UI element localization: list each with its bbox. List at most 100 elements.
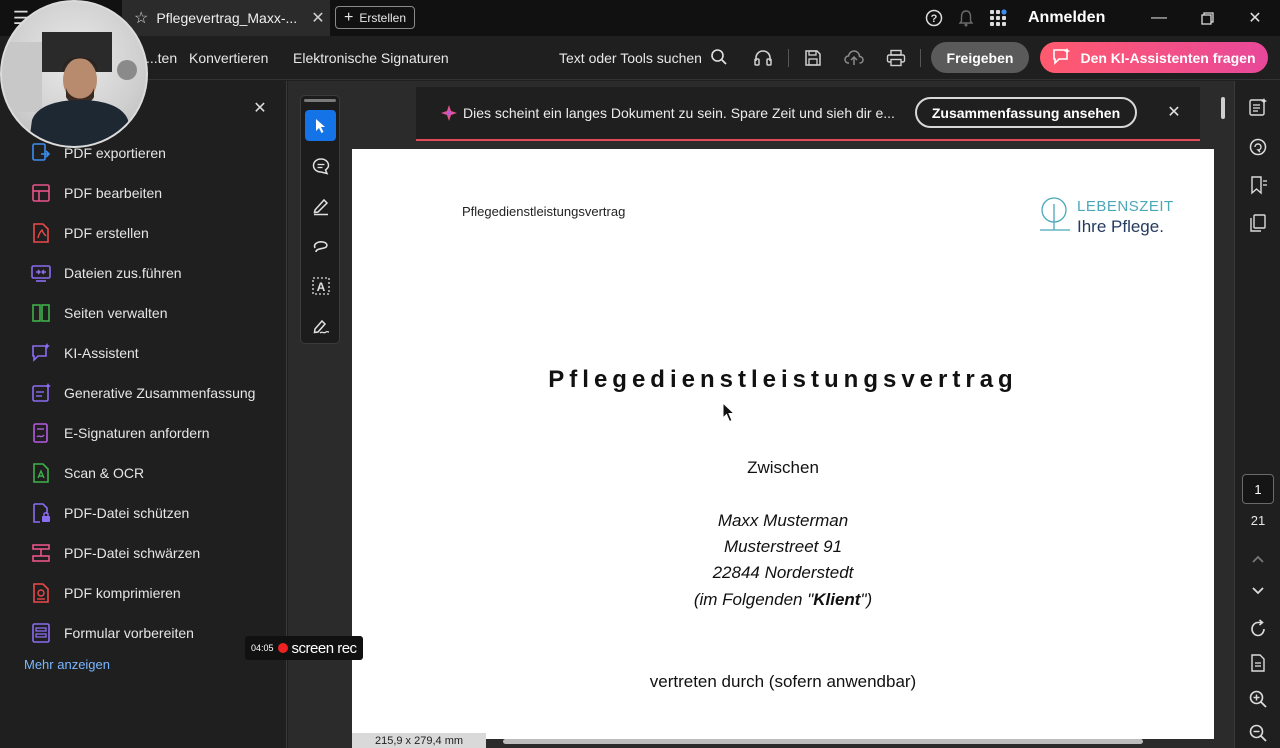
menu-item-esign[interactable]: Elektronische Signaturen (293, 36, 449, 80)
webcam-overlay (0, 0, 148, 148)
star-icon[interactable]: ☆ (134, 8, 148, 28)
redact-pdf-icon (30, 542, 52, 564)
vertical-scrollbar[interactable] (1221, 97, 1225, 119)
save-icon[interactable] (798, 36, 828, 80)
ai-assistant-button[interactable]: Den KI-Assistenten fragen (1040, 42, 1268, 73)
client-role-bold: Klient (813, 590, 861, 609)
long-document-banner: Dies scheint ein langes Dokument zu sein… (416, 87, 1200, 141)
tool-item-label: Seiten verwalten (64, 305, 168, 321)
client-role-prefix: (im Folgenden " (693, 590, 814, 609)
ai-assistant-button-label: Den KI-Assistenten fragen (1080, 49, 1256, 66)
page-thumbnails-icon[interactable] (1246, 211, 1270, 235)
edit-pdf-icon (30, 182, 52, 204)
tool-item[interactable]: PDF erstellen (30, 218, 149, 248)
represented-by: vertreten durch (sofern anwendbar) (649, 672, 917, 691)
document-title: Pflegedienstleistungsvertrag (548, 366, 1018, 393)
plus-icon: + (344, 8, 354, 26)
sign-tool-icon[interactable] (305, 310, 336, 341)
horizontal-scrollbar[interactable] (503, 739, 1143, 744)
combine-files-icon (30, 262, 52, 284)
logo-line-2: Ihre Pflege. (1077, 217, 1164, 236)
mouse-cursor-icon (722, 402, 736, 423)
compress-pdf-icon (30, 582, 52, 604)
minimize-icon[interactable]: — (1146, 0, 1172, 36)
export-pdf-icon (30, 142, 52, 164)
print-icon[interactable] (881, 36, 911, 80)
signin-button[interactable]: Anmelden (1028, 0, 1105, 36)
chevron-up-icon[interactable] (1246, 547, 1270, 571)
tool-item[interactable]: Seiten verwalten (30, 298, 168, 328)
right-rail: 1 21 (1234, 81, 1280, 748)
ai-assistant-icon (30, 342, 52, 364)
zoom-in-icon[interactable] (1246, 687, 1270, 711)
tool-item[interactable]: E-Signaturen anfordern (30, 418, 210, 448)
tool-search[interactable]: Text oder Tools suchen (559, 36, 728, 80)
zoom-out-icon[interactable] (1246, 721, 1270, 745)
close-window-icon[interactable]: ✕ (1242, 0, 1268, 36)
tool-item[interactable]: Generative Zusammenfassung (30, 378, 255, 408)
screenrec-badge: 04:05 screen rec (245, 636, 363, 660)
recording-time: 04:05 (251, 643, 274, 653)
help-icon[interactable]: ? (922, 0, 946, 36)
client-street: Musterstreet 91 (723, 537, 843, 556)
tool-item-label: E-Signaturen anfordern (64, 425, 210, 441)
tool-item[interactable]: Scan & OCR (30, 458, 144, 488)
drag-handle[interactable] (304, 99, 336, 102)
tool-item-label: Generative Zusammenfassung (64, 385, 256, 401)
tool-item-label: PDF komprimieren (64, 585, 181, 601)
show-more-link[interactable]: Mehr anzeigen (24, 657, 110, 672)
rotate-icon[interactable] (1246, 617, 1270, 641)
tool-item-label: PDF bearbeiten (64, 185, 163, 201)
tab-title: Pflegevertrag_Maxx-... (156, 10, 298, 26)
client-role: (im Folgenden "Klient") (352, 590, 1214, 610)
screenrec-brand: screen rec (291, 639, 358, 657)
create-button[interactable]: + Erstellen (335, 6, 416, 29)
current-page-input[interactable]: 1 (1242, 474, 1274, 504)
tool-item[interactable]: PDF bearbeiten (30, 178, 162, 208)
bell-icon[interactable] (954, 0, 978, 36)
close-banner-icon[interactable]: ✕ (1164, 101, 1184, 123)
chevron-down-icon[interactable] (1246, 579, 1270, 603)
bookmarks-icon[interactable] (1246, 173, 1270, 197)
tool-item[interactable]: PDF komprimieren (30, 578, 181, 608)
company-logo: LEBENSZEIT Ihre Pflege. (1038, 194, 1178, 238)
select-tool-icon[interactable] (305, 110, 336, 141)
comment-tool-icon[interactable] (305, 150, 336, 181)
restore-window-icon[interactable] (1194, 0, 1220, 36)
banner-message: Dies scheint ein langes Dokument zu sein… (463, 105, 895, 121)
tool-item[interactable]: Dateien zus.führen (30, 258, 182, 288)
document-tab[interactable]: ☆ Pflegevertrag_Maxx-... ✕ (122, 0, 330, 36)
cloud-upload-icon[interactable] (839, 36, 869, 80)
logo-line-1: LEBENSZEIT (1077, 198, 1174, 215)
tool-item-label: KI-Assistent (64, 345, 139, 361)
menu-item-edit[interactable]: ...ten (146, 36, 177, 80)
headphones-icon[interactable] (748, 36, 778, 80)
request-esign-icon (30, 422, 52, 444)
close-panel-icon[interactable]: ✕ (250, 98, 270, 118)
prepare-form-icon (30, 622, 52, 644)
pdf-page: Pflegedienstleistungsvertrag LEBENSZEIT … (352, 149, 1214, 739)
protect-pdf-icon (30, 502, 52, 524)
tab-close-icon[interactable]: ✕ (306, 8, 330, 28)
between-label: Zwischen (747, 458, 819, 477)
draw-tool-icon[interactable] (305, 230, 336, 261)
comments-panel-icon[interactable] (1246, 135, 1270, 159)
ai-chat-icon (1052, 47, 1072, 68)
tool-item[interactable]: Formular vorbereiten (30, 618, 194, 648)
organize-pages-icon (30, 302, 52, 324)
share-button[interactable]: Freigeben (931, 42, 1029, 73)
text-box-tool-icon[interactable]: A (305, 270, 336, 301)
tool-item[interactable]: PDF-Datei schützen (30, 498, 189, 528)
menu-item-convert[interactable]: Konvertieren (189, 36, 268, 80)
svg-text:?: ? (931, 13, 938, 25)
create-pdf-icon (30, 222, 52, 244)
record-dot-icon (277, 643, 288, 653)
ai-summary-icon[interactable] (1246, 95, 1270, 119)
tool-item[interactable]: PDF-Datei schwärzen (30, 538, 200, 568)
page-fit-icon[interactable] (1246, 651, 1270, 675)
tool-item-label: PDF erstellen (64, 225, 149, 241)
view-summary-button[interactable]: Zusammenfassung ansehen (915, 97, 1137, 128)
apps-grid-icon[interactable] (986, 0, 1010, 36)
tool-item[interactable]: KI-Assistent (30, 338, 139, 368)
highlight-tool-icon[interactable] (305, 190, 336, 221)
